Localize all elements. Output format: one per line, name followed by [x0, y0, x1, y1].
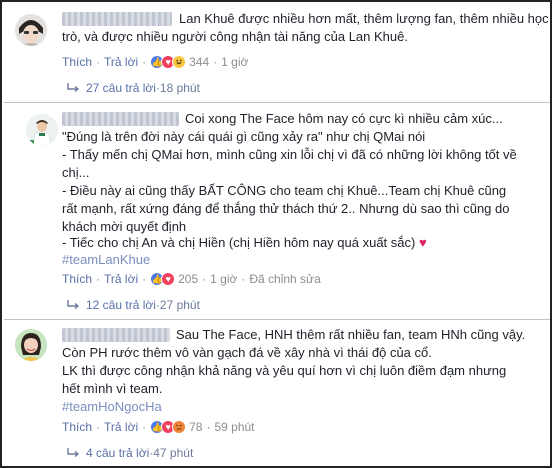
- comment-actions: Thích · Trả lời · 👍 ♥ 78 · 59 phút: [62, 420, 255, 434]
- separator: ·: [96, 55, 101, 69]
- replies-time: 47 phút: [153, 446, 194, 460]
- haha-icon: [172, 55, 187, 69]
- replies-time: 18 phút: [159, 81, 200, 95]
- reaction-icons[interactable]: 👍 ♥: [150, 272, 176, 286]
- reaction-icons[interactable]: 👍 ♥: [150, 55, 187, 69]
- view-replies-link[interactable]: 27 câu trả lời · 18 phút: [66, 81, 200, 95]
- reaction-count[interactable]: 344: [189, 55, 209, 69]
- reaction-count[interactable]: 205: [178, 272, 198, 286]
- like-button[interactable]: Thích: [62, 272, 92, 286]
- reaction-count[interactable]: 78: [189, 420, 202, 434]
- angry-icon: [172, 420, 187, 434]
- comment-text: Sau The Face, HNH thêm rất nhiều fan, te…: [176, 327, 526, 342]
- separator: ·: [142, 272, 147, 286]
- separator: ·: [202, 272, 207, 286]
- timestamp[interactable]: 1 giờ: [221, 55, 248, 69]
- separator: ·: [142, 420, 147, 434]
- reply-button[interactable]: Trả lời: [104, 55, 138, 69]
- separator: ·: [213, 55, 218, 69]
- commenter-name[interactable]: [62, 12, 172, 26]
- separator: ·: [241, 272, 246, 286]
- comment-text: - Thấy mến chị QMai hơn, mình cũng xin l…: [62, 147, 517, 162]
- comment-text: hết mình vì team.: [62, 381, 163, 396]
- comment-text-segment: - Tiếc cho chị An và chị Hiền (chị Hiền …: [62, 235, 416, 250]
- heart-emoji: ♥: [418, 235, 427, 250]
- love-icon: ♥: [161, 272, 176, 286]
- reply-button[interactable]: Trả lời: [104, 272, 138, 286]
- comment-text: - Điều này ai cũng thấy BẤT CÔNG cho tea…: [62, 183, 507, 198]
- comment-text: Lan Khuê được nhiều hơn mất, thêm lượng …: [179, 11, 549, 26]
- commenter-name[interactable]: [62, 112, 179, 126]
- replies-count[interactable]: 4 câu trả lời: [86, 446, 149, 460]
- replies-count[interactable]: 27 câu trả lời: [86, 81, 156, 95]
- separator: ·: [142, 55, 147, 69]
- like-button[interactable]: Thích: [62, 420, 92, 434]
- separator: ·: [96, 420, 101, 434]
- comment-text: LK thì được công nhận khả năng và yêu qu…: [62, 363, 507, 378]
- comments-panel: Lan Khuê được nhiều hơn mất, thêm lượng …: [0, 0, 552, 468]
- view-replies-link[interactable]: 4 câu trả lời · 47 phút: [66, 446, 193, 460]
- replies-time: 27 phút: [159, 298, 200, 312]
- reaction-icons[interactable]: 👍 ♥: [150, 420, 187, 434]
- hashtag-link[interactable]: #teamLanKhue: [62, 252, 150, 268]
- reply-button[interactable]: Trả lời: [104, 420, 138, 434]
- like-button[interactable]: Thích: [62, 55, 92, 69]
- edited-label[interactable]: Đã chỉnh sửa: [249, 272, 320, 286]
- avatar[interactable]: [15, 329, 47, 361]
- reply-arrow-icon: [67, 448, 80, 458]
- timestamp[interactable]: 1 giờ: [210, 272, 237, 286]
- hashtag-link[interactable]: #teamHoNgocHa: [62, 399, 162, 415]
- separator: ·: [96, 272, 101, 286]
- replies-count[interactable]: 12 câu trả lời: [86, 298, 156, 312]
- comment-text: khách mời quyết định: [62, 219, 187, 234]
- divider: [4, 319, 550, 320]
- comment-text: - Tiếc cho chị An và chị Hiền (chị Hiền …: [62, 235, 427, 251]
- comment-text: rất mạnh, rất xứng đáng để thắng thử thá…: [62, 201, 510, 216]
- separator: ·: [206, 420, 211, 434]
- timestamp[interactable]: 59 phút: [214, 420, 254, 434]
- reply-arrow-icon: [67, 83, 80, 93]
- comment-text: Còn PH rước thêm vô vàn gạch đá về xây n…: [62, 345, 432, 360]
- reply-arrow-icon: [67, 300, 80, 310]
- avatar[interactable]: [15, 14, 47, 46]
- comment-actions: Thích · Trả lời · 👍 ♥ 205 · 1 giờ · Đã c…: [62, 272, 321, 286]
- comment-text: chị...: [62, 165, 90, 180]
- comment-text: Coi xong The Face hôm nay có cực kì nhiề…: [185, 111, 503, 126]
- view-replies-link[interactable]: 12 câu trả lời · 27 phút: [66, 298, 200, 312]
- avatar[interactable]: [26, 114, 58, 146]
- divider: [4, 102, 550, 103]
- comment-text: trò, và được nhiều người công nhận tài n…: [62, 29, 408, 44]
- comment-text: "Đúng là trên đời này cái quái gì cũng x…: [62, 129, 426, 144]
- commenter-name[interactable]: [62, 328, 170, 342]
- comment-actions: Thích · Trả lời · 👍 ♥ 344 · 1 giờ: [62, 55, 248, 69]
